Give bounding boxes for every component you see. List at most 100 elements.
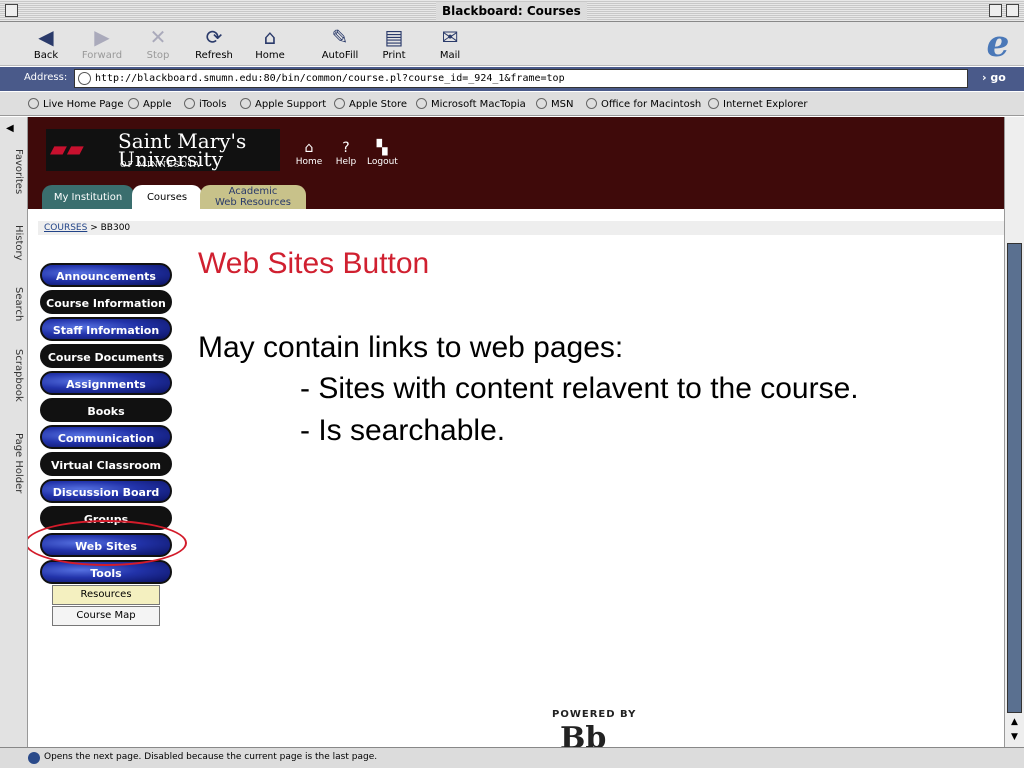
globe-icon — [184, 98, 195, 109]
globe-icon — [586, 98, 597, 109]
refresh-button[interactable]: ⟳ Refresh — [188, 24, 240, 64]
tab-academic-web-resources[interactable]: Academic Web Resources — [200, 185, 306, 209]
globe-icon — [128, 98, 139, 109]
house-icon: ⌂ — [263, 25, 277, 49]
submenu-course-map[interactable]: Course Map — [52, 606, 160, 626]
stop-button[interactable]: ✕ Stop — [132, 24, 184, 64]
status-text: Opens the next page. Disabled because th… — [44, 752, 378, 762]
stop-x-icon: ✕ — [149, 25, 167, 49]
favorite-link[interactable]: Apple Store — [334, 98, 407, 110]
mail-label: Mail — [439, 50, 461, 61]
menu-course-documents[interactable]: Course Documents — [40, 344, 172, 368]
breadcrumb-courses-link[interactable]: COURSES — [44, 223, 87, 233]
refresh-label: Refresh — [195, 50, 233, 61]
menu-communication[interactable]: Communication — [40, 425, 172, 449]
autofill-icon: ✎ — [331, 25, 349, 49]
logo-line-3: OF MINNESOTA — [120, 160, 201, 169]
refresh-icon: ⟳ — [205, 25, 223, 49]
favorite-link[interactable]: Office for Macintosh — [586, 98, 701, 110]
autofill-button[interactable]: ✎ AutoFill — [314, 24, 366, 64]
zoom-box[interactable] — [989, 4, 1002, 17]
forward-label: Forward — [81, 50, 123, 61]
blackboard-logo: Bb — [560, 721, 607, 747]
scroll-down-arrow-icon[interactable]: ▼ — [1007, 730, 1022, 744]
header-home-link[interactable]: ⌂ Home — [294, 139, 324, 167]
mail-button[interactable]: ✉ Mail — [424, 24, 476, 64]
back-label: Back — [33, 50, 59, 61]
door-icon: ▚ — [376, 140, 388, 156]
web-page: ▰▰ Saint Mary's University OF MINNESOTA … — [28, 117, 1004, 747]
globe-icon — [334, 98, 345, 109]
home-button[interactable]: ⌂ Home — [244, 24, 296, 64]
status-globe-icon — [28, 752, 40, 764]
go-label: go — [990, 71, 1006, 84]
globe-icon — [28, 98, 39, 109]
content-line-2: - Sites with content relavent to the cou… — [300, 372, 859, 405]
scrollbar-thumb[interactable] — [1007, 243, 1022, 713]
scroll-up-arrow-icon[interactable]: ▲ — [1007, 715, 1022, 729]
sidebar-collapse-icon[interactable]: ◀ — [6, 123, 14, 134]
tab-page-holder[interactable]: Page Holder — [4, 433, 24, 493]
tab-courses[interactable]: Courses — [132, 185, 202, 209]
explorer-sidebar: ◀ Favorites History Search Scrapbook Pag… — [0, 117, 28, 747]
globe-icon — [708, 98, 719, 109]
highlight-circle — [28, 520, 187, 566]
favorite-link[interactable]: MSN — [536, 98, 573, 110]
back-button[interactable]: ◀ Back — [20, 24, 72, 64]
content-title: Web Sites Button — [198, 247, 430, 280]
favorite-link[interactable]: Apple — [128, 98, 171, 110]
page-globe-icon — [78, 72, 91, 85]
forward-arrow-icon: ▶ — [94, 25, 110, 49]
collapse-box[interactable] — [1006, 4, 1019, 17]
tab-my-institution[interactable]: My Institution — [42, 185, 134, 209]
address-input[interactable]: http://blackboard.smumn.edu:80/bin/commo… — [74, 69, 968, 88]
vertical-scrollbar[interactable]: ▲ ▼ — [1004, 117, 1024, 747]
window-title-bar: Blackboard: Courses — [0, 0, 1024, 22]
tab-search[interactable]: Search — [4, 287, 24, 321]
address-label: Address: — [24, 72, 68, 83]
building-icon: ⌂ — [304, 140, 314, 156]
stop-label: Stop — [146, 50, 170, 61]
menu-virtual-classroom[interactable]: Virtual Classroom — [40, 452, 172, 476]
favorite-link[interactable]: Internet Explorer — [708, 98, 808, 110]
browser-toolbar: ◀ Back ▶ Forward ✕ Stop ⟳ Refresh ⌂ Home… — [0, 22, 1024, 66]
globe-icon — [240, 98, 251, 109]
home-label: Home — [255, 50, 285, 61]
tab-history[interactable]: History — [4, 225, 24, 261]
breadcrumb: COURSES > BB300 — [38, 221, 1004, 235]
menu-announcements[interactable]: Announcements — [40, 263, 172, 287]
university-logo[interactable]: ▰▰ Saint Mary's University OF MINNESOTA — [46, 129, 280, 171]
mail-icon: ✉ — [441, 25, 459, 49]
printer-icon: ▤ — [384, 25, 404, 49]
menu-assignments[interactable]: Assignments — [40, 371, 172, 395]
favorite-link[interactable]: Live Home Page — [28, 98, 124, 110]
submenu-resources[interactable]: Resources — [52, 585, 160, 605]
favorite-link[interactable]: iTools — [184, 98, 226, 110]
favorites-bar: Live Home Page Apple iTools Apple Suppor… — [0, 92, 1024, 116]
status-bar: Opens the next page. Disabled because th… — [0, 747, 1024, 768]
forward-button[interactable]: ▶ Forward — [76, 24, 128, 64]
close-box[interactable] — [5, 4, 18, 17]
help-icon: ? — [342, 140, 350, 156]
menu-books[interactable]: Books — [40, 398, 172, 422]
content-line-3: - Is searchable. — [300, 414, 506, 447]
tab-scrapbook[interactable]: Scrapbook — [4, 349, 24, 402]
menu-discussion-board[interactable]: Discussion Board — [40, 479, 172, 503]
favorite-link[interactable]: Apple Support — [240, 98, 326, 110]
powered-by-label: POWERED BY — [552, 709, 637, 720]
window-title: Blackboard: Courses — [436, 2, 587, 20]
internet-explorer-logo-icon: e — [986, 23, 1010, 65]
site-header: ▰▰ Saint Mary's University OF MINNESOTA … — [28, 117, 1004, 209]
back-arrow-icon: ◀ — [38, 25, 54, 49]
content-line-1: May contain links to web pages: — [198, 331, 624, 364]
header-help-link[interactable]: ? Help — [331, 139, 361, 167]
tab-favorites[interactable]: Favorites — [4, 149, 24, 194]
breadcrumb-current: BB300 — [100, 223, 131, 233]
address-bar: Address: http://blackboard.smumn.edu:80/… — [0, 67, 1024, 91]
go-button[interactable]: › go — [982, 71, 1006, 84]
menu-course-information[interactable]: Course Information — [40, 290, 172, 314]
menu-staff-information[interactable]: Staff Information — [40, 317, 172, 341]
print-button[interactable]: ▤ Print — [368, 24, 420, 64]
header-logout-link[interactable]: ▚ Logout — [367, 139, 398, 167]
favorite-link[interactable]: Microsoft MacTopia — [416, 98, 526, 110]
